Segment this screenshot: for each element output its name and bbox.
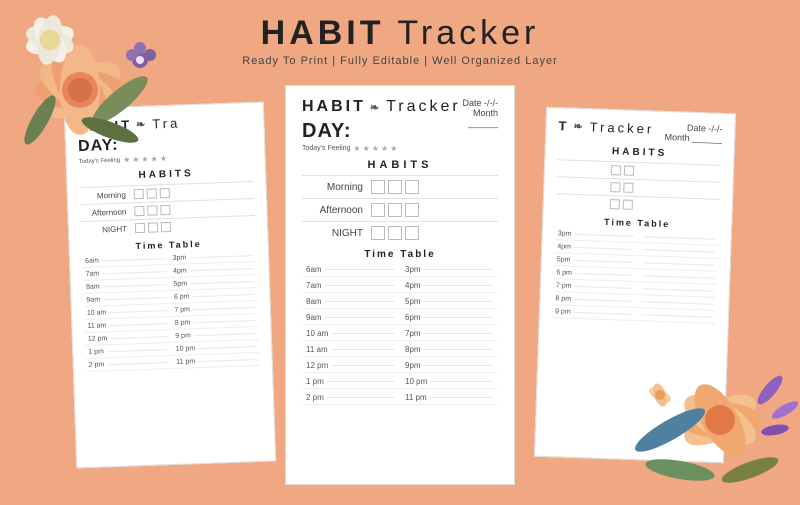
- center-feeling-area: Today's Feeling ★★★★★: [302, 144, 461, 153]
- time-cell: 8pm: [401, 343, 498, 357]
- time-cell: 11 pm: [401, 391, 498, 405]
- right-time-grid: 3pm 4pm 5pm 6 pm 7 pm 8 pm 9 pm: [552, 228, 719, 324]
- checkbox[interactable]: [161, 222, 171, 232]
- page-title: HABIT Tracker: [0, 14, 800, 53]
- time-cell: 9 pm: [552, 306, 634, 321]
- checkbox[interactable]: [147, 188, 157, 198]
- checkbox[interactable]: [623, 183, 633, 193]
- time-cell: 6am: [302, 263, 399, 277]
- time-cell: 8am: [302, 295, 399, 309]
- time-cell: [634, 309, 716, 324]
- center-card: HABIT ❧ Tracker DAY: Today's Feeling ★★★…: [285, 85, 515, 485]
- checkbox[interactable]: [135, 223, 145, 233]
- checkbox[interactable]: [611, 165, 621, 175]
- time-cell: 11 pm: [173, 354, 260, 369]
- left-card: HABIT ❧ Tra DAY: Today's Feeling ★★★★★ H…: [64, 102, 276, 469]
- right-card-title: T ❧ Tracker: [558, 118, 654, 136]
- time-cell: 2 pm: [86, 357, 173, 372]
- cards-container: HABIT ❧ Tra DAY: Today's Feeling ★★★★★ H…: [0, 75, 800, 500]
- center-header-row: HABIT ❧ Tracker DAY: Today's Feeling ★★★…: [302, 98, 498, 153]
- checkbox[interactable]: [371, 226, 385, 240]
- center-habit-night: NIGHT: [302, 221, 498, 244]
- center-habit-morning: Morning: [302, 175, 498, 198]
- time-cell: 1 pm: [302, 375, 399, 389]
- time-cell: 9am: [302, 311, 399, 325]
- right-card: T ❧ Tracker Date -/-/- Month ______ HABI…: [534, 107, 736, 463]
- time-cell: 5pm: [401, 295, 498, 309]
- checkbox[interactable]: [388, 180, 402, 194]
- time-cell: 12 pm: [302, 359, 399, 373]
- left-card-title: HABIT ❧ Tra: [77, 113, 251, 134]
- checkbox[interactable]: [388, 203, 402, 217]
- time-cell: 4pm: [401, 279, 498, 293]
- checkbox[interactable]: [371, 203, 385, 217]
- checkbox[interactable]: [388, 226, 402, 240]
- time-cell: 10 am: [302, 327, 399, 341]
- checkbox[interactable]: [610, 182, 620, 192]
- checkbox[interactable]: [405, 180, 419, 194]
- checkbox[interactable]: [405, 203, 419, 217]
- main-header: HABIT Tracker Ready To Print | Fully Edi…: [0, 0, 800, 67]
- center-time-grid: 6am 3pm 7am 4pm 8am 5pm 9am 6pm 10 am 7p…: [302, 263, 498, 405]
- right-date-area: Date -/-/- Month ______: [664, 122, 722, 144]
- time-cell: 11 am: [302, 343, 399, 357]
- center-day-label: DAY:: [302, 120, 461, 143]
- left-habits-title: HABITS: [79, 166, 253, 183]
- checkbox[interactable]: [160, 188, 170, 198]
- checkbox[interactable]: [148, 222, 158, 232]
- checkbox[interactable]: [405, 226, 419, 240]
- time-cell: 9pm: [401, 359, 498, 373]
- time-cell: 10 pm: [401, 375, 498, 389]
- right-habits-title: HABITS: [557, 144, 721, 161]
- center-habit-afternoon: Afternoon: [302, 198, 498, 221]
- center-date-area: Date -/-/- Month ______: [461, 98, 498, 128]
- page-subtitle: Ready To Print | Fully Editable | Well O…: [0, 55, 800, 67]
- right-header-row: T ❧ Tracker Date -/-/- Month ______: [558, 118, 723, 144]
- left-time-grid: 6am 3pm 7am 4pm 8am 5pm 9am 6 pm 10 am 7…: [82, 250, 260, 372]
- time-cell: 2 pm: [302, 391, 399, 405]
- checkbox[interactable]: [371, 180, 385, 194]
- checkbox[interactable]: [134, 189, 144, 199]
- checkbox[interactable]: [160, 205, 170, 215]
- time-cell: 7am: [302, 279, 399, 293]
- checkbox[interactable]: [147, 205, 157, 215]
- heart-icon-right: ❧: [573, 120, 586, 133]
- center-timetable-title: Time Table: [302, 249, 498, 260]
- time-cell: 6pm: [401, 311, 498, 325]
- heart-icon-center: ❧: [370, 101, 382, 114]
- heart-icon-left: ❧: [136, 118, 149, 131]
- feeling-stars: ★★★★★: [123, 154, 167, 165]
- time-cell: 3pm: [401, 263, 498, 277]
- feeling-stars-center: ★★★★★: [353, 144, 397, 153]
- checkbox[interactable]: [134, 206, 144, 216]
- center-card-title: HABIT ❧ Tracker: [302, 98, 461, 116]
- checkbox[interactable]: [624, 166, 634, 176]
- center-habits-title: HABITS: [302, 159, 498, 171]
- checkbox[interactable]: [623, 200, 633, 210]
- checkbox[interactable]: [610, 199, 620, 209]
- time-cell: 7pm: [401, 327, 498, 341]
